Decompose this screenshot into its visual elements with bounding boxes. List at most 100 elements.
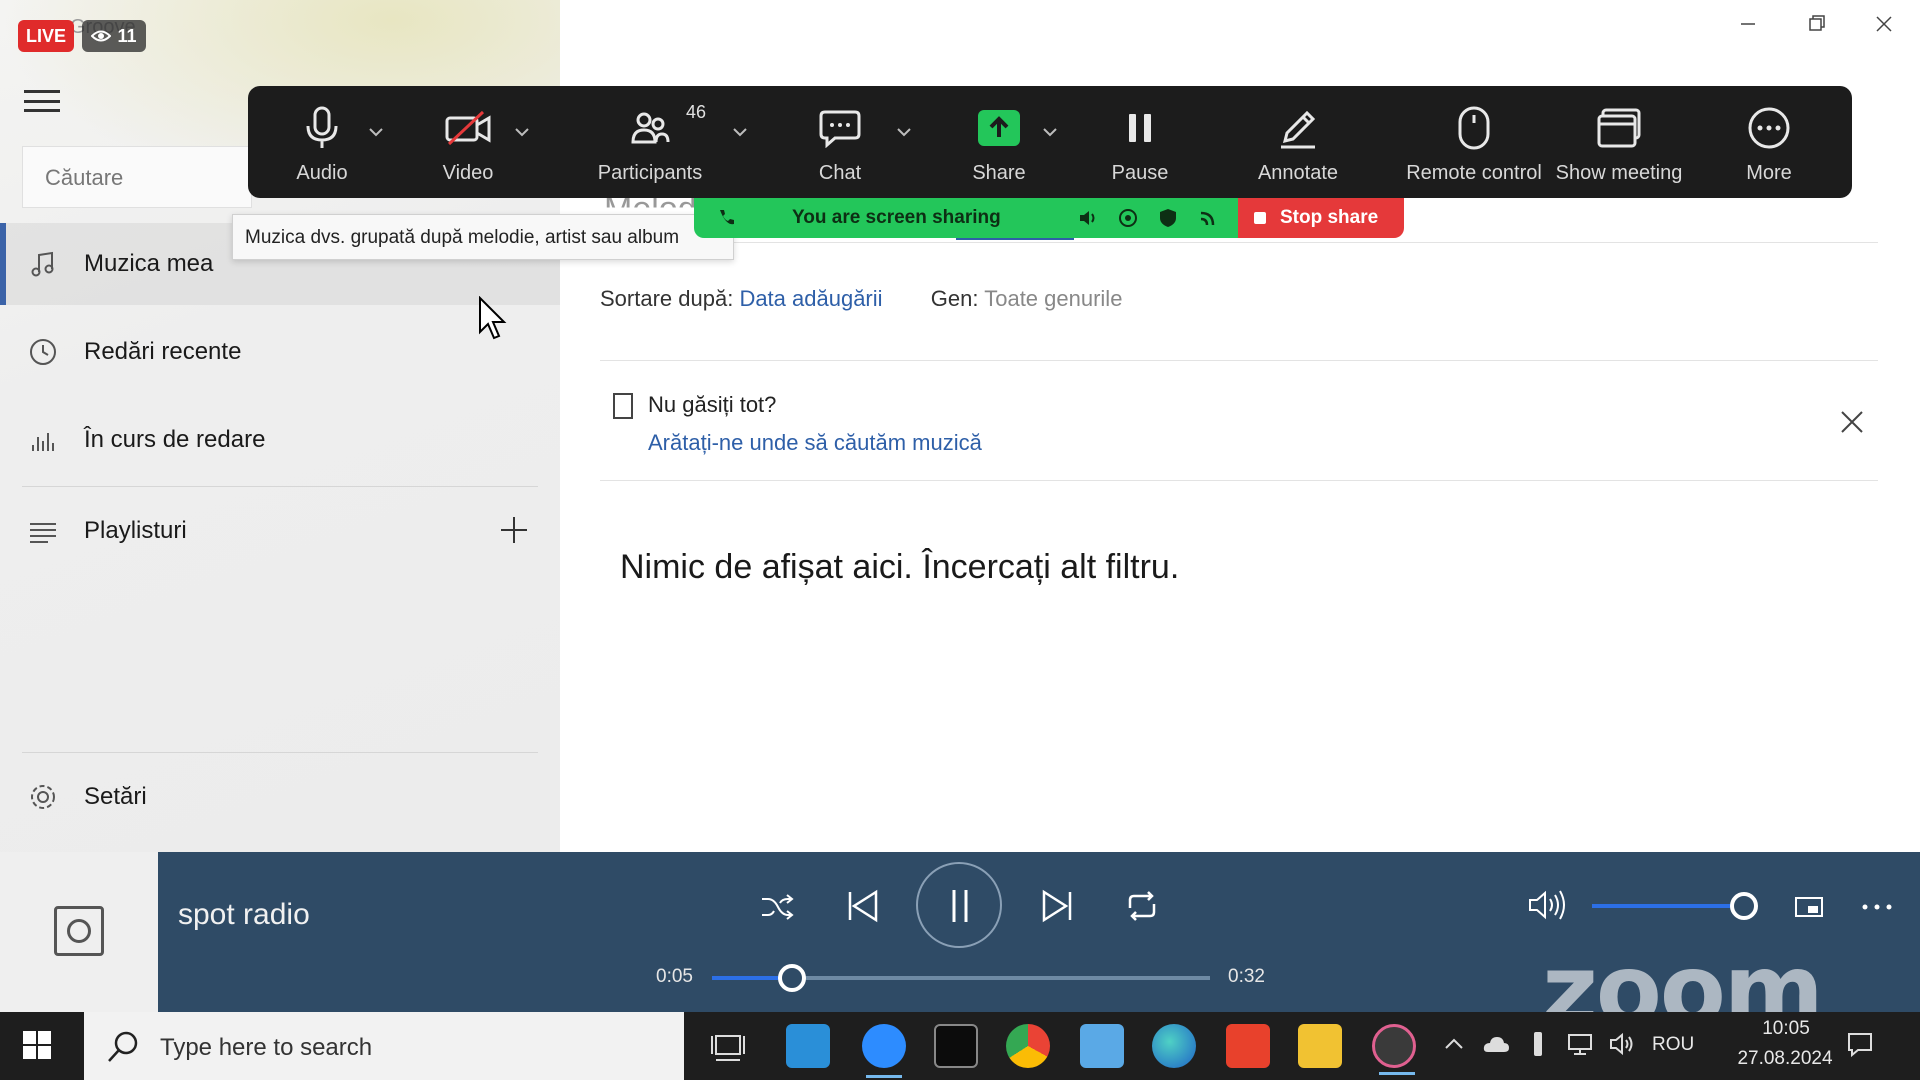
terminal-app-icon[interactable] <box>934 1024 978 1068</box>
sidebar-item-label: În curs de redare <box>84 426 266 453</box>
video-off-icon <box>445 110 491 146</box>
sidebar-item-label: Redări recente <box>84 338 242 365</box>
zoom-annotate-label: Annotate <box>1257 162 1339 184</box>
notice-title: Nu găsiți tot? <box>648 392 777 417</box>
find-music-link[interactable]: Arătați-ne unde să căutăm muzică <box>648 430 982 456</box>
sidebar-item-now-playing[interactable]: În curs de redare <box>0 399 560 481</box>
minimize-icon[interactable] <box>1728 10 1768 38</box>
shuffle-icon[interactable] <box>760 892 794 922</box>
sidebar-search-input[interactable]: Căutare <box>22 146 252 208</box>
chevron-down-icon[interactable] <box>732 126 748 138</box>
volume-slider-thumb[interactable] <box>1730 892 1758 920</box>
speaker-tray-icon[interactable] <box>1608 1030 1636 1058</box>
windows-start-icon[interactable] <box>22 1030 52 1060</box>
gear-icon <box>31 785 55 809</box>
zoom-show-meeting-label: Show meeting <box>1555 162 1683 184</box>
window-icon <box>1597 108 1641 148</box>
mini-view-icon[interactable] <box>1794 896 1824 918</box>
next-track-icon[interactable] <box>1040 888 1076 924</box>
play-pause-button[interactable] <box>916 862 1002 948</box>
sidebar-item-playlists[interactable]: Playlisturi <box>0 490 560 572</box>
genre-dropdown[interactable]: Toate genurile <box>984 286 1122 311</box>
zoom-app-icon[interactable] <box>862 1024 906 1078</box>
clock-icon <box>30 339 56 365</box>
taskbar-search-box[interactable]: Type here to search <box>84 1012 684 1080</box>
add-playlist-button[interactable] <box>498 514 530 546</box>
wps-app-icon[interactable] <box>1226 1024 1270 1068</box>
repeat-icon[interactable] <box>1124 888 1160 924</box>
phone-icon <box>720 210 734 225</box>
participant-count: 46 <box>686 102 707 122</box>
tooltip: Muzica dvs. grupată după melodie, artist… <box>232 214 734 260</box>
share-screen-icon <box>978 110 1020 146</box>
file-explorer-icon[interactable] <box>1298 1024 1342 1068</box>
seek-bar-thumb[interactable] <box>778 964 806 992</box>
zoom-participants-label: Participants <box>597 162 703 184</box>
volume-icon[interactable] <box>1528 888 1568 922</box>
volume-slider[interactable] <box>1592 904 1748 908</box>
viewer-count-badge: 11 <box>82 20 146 52</box>
notification-icon[interactable] <box>1846 1030 1874 1058</box>
input-language-indicator[interactable]: ROU <box>1652 1034 1694 1056</box>
zoom-annotate-button[interactable]: Annotate <box>1238 86 1358 198</box>
mouse-icon <box>1458 106 1490 150</box>
document-icon <box>613 393 633 419</box>
sort-dropdown[interactable]: Data adăugării <box>739 286 882 311</box>
track-title[interactable]: spot radio <box>178 898 310 932</box>
sidebar-item-settings[interactable]: Setări <box>0 756 560 838</box>
close-window-icon[interactable] <box>1864 10 1904 38</box>
sidebar-item-label: Setări <box>84 783 147 810</box>
mail-app-icon[interactable] <box>1080 1024 1124 1068</box>
more-options-icon[interactable] <box>1860 902 1894 912</box>
viewer-count: 11 <box>117 25 137 46</box>
network-icon[interactable] <box>1566 1030 1594 1058</box>
genre-label: Gen: <box>930 286 979 311</box>
zoom-share-button[interactable]: Share <box>954 86 1044 198</box>
restore-icon[interactable] <box>1796 10 1836 38</box>
cloud-icon[interactable] <box>1482 1030 1510 1058</box>
microphone-icon <box>306 106 338 148</box>
task-view-icon[interactable] <box>706 1024 750 1068</box>
sidebar-item-recent[interactable]: Redări recente <box>0 311 560 393</box>
zoom-pause-share-button[interactable]: Pause <box>1100 86 1180 198</box>
shield-icon <box>1160 209 1176 227</box>
sidebar-divider <box>22 486 538 487</box>
groove-music-app-icon[interactable] <box>1372 1024 1416 1075</box>
equalizer-icon <box>32 433 54 451</box>
live-badge: LIVE <box>18 20 74 52</box>
zoom-video-button[interactable]: Video <box>428 86 508 198</box>
taskbar-clock-time[interactable]: 10:05 <box>1744 1018 1828 1040</box>
edge-app-icon[interactable] <box>1152 1024 1196 1068</box>
widgets-app-icon[interactable] <box>786 1024 830 1068</box>
chevron-up-icon[interactable] <box>1440 1030 1468 1058</box>
taskbar-clock-date[interactable]: 27.08.2024 <box>1714 1048 1856 1070</box>
usb-drive-icon[interactable] <box>1524 1030 1552 1058</box>
zoom-chat-button[interactable]: Chat <box>800 86 880 198</box>
zoom-video-label: Video <box>442 162 494 184</box>
stop-share-label: Stop share <box>1280 207 1379 228</box>
previous-track-icon[interactable] <box>844 888 880 924</box>
chevron-down-icon[interactable] <box>368 126 384 138</box>
chevron-down-icon[interactable] <box>896 126 912 138</box>
participants-icon <box>631 112 670 144</box>
sidebar-divider <box>22 752 538 753</box>
sidebar-item-label: Muzica mea <box>84 250 214 277</box>
notice-divider <box>600 480 1878 481</box>
zoom-show-meeting-button[interactable]: Show meeting <box>1544 86 1694 198</box>
playlist-icon <box>30 523 56 543</box>
zoom-audio-button[interactable]: Audio <box>282 86 362 198</box>
zoom-remote-control-label: Remote control <box>1406 162 1542 184</box>
filter-divider <box>600 360 1878 361</box>
zoom-share-label: Share <box>972 162 1026 184</box>
close-icon[interactable] <box>1838 408 1866 436</box>
stop-share-button[interactable]: Stop share <box>1238 198 1404 238</box>
zoom-more-button[interactable]: More <box>1734 86 1804 198</box>
total-duration: 0:32 <box>1228 966 1265 987</box>
elapsed-time: 0:05 <box>656 966 693 987</box>
hamburger-menu-button[interactable] <box>24 88 60 114</box>
stop-icon <box>1254 212 1266 224</box>
chrome-app-icon[interactable] <box>1006 1024 1050 1068</box>
chevron-down-icon[interactable] <box>514 126 530 138</box>
chevron-down-icon[interactable] <box>1042 126 1058 138</box>
album-art-icon[interactable] <box>54 906 104 956</box>
